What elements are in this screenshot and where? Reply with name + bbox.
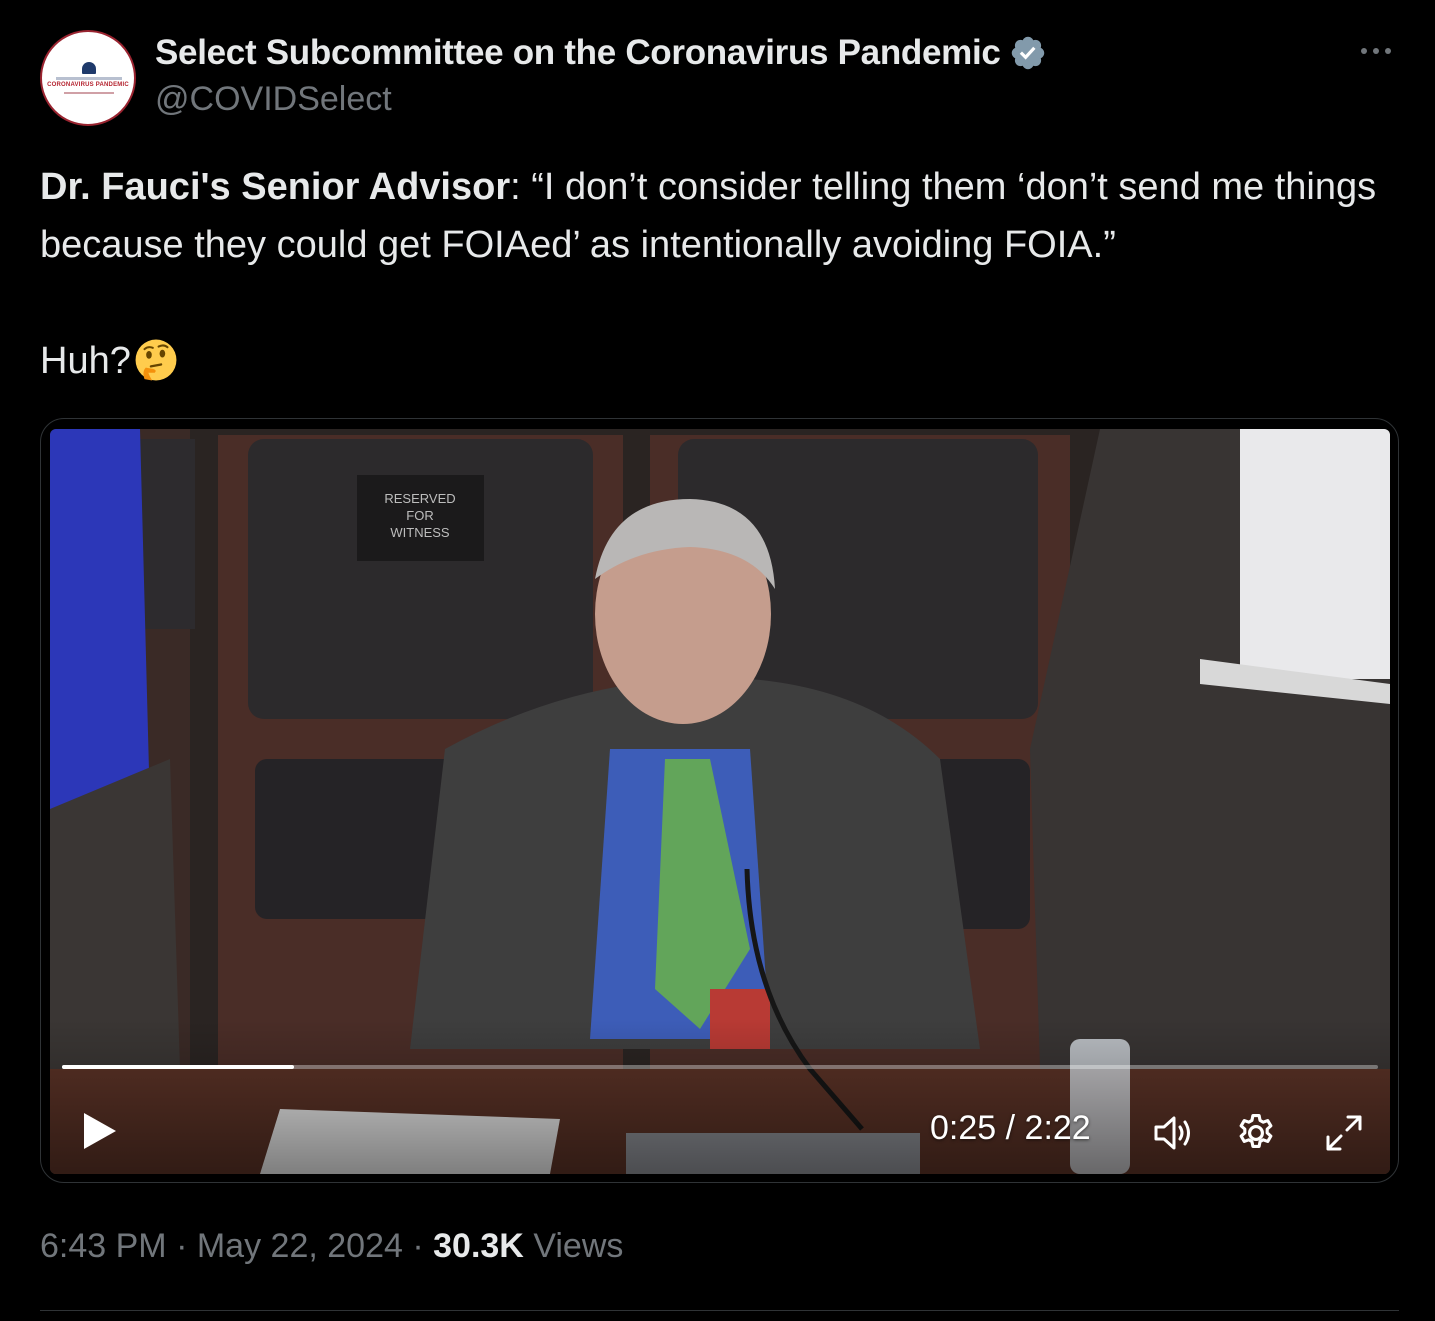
play-button[interactable] [76,1109,120,1153]
verified-badge-icon [1011,36,1044,70]
tweet-meta: 6:43 PM · May 22, 2024 · 30.3K Views [40,1227,623,1266]
video-progress-track[interactable] [62,1065,1378,1069]
divider [40,1310,1399,1311]
avatar-decoration [56,77,122,80]
svg-text:FOR: FOR [406,508,433,523]
video-card[interactable]: RESERVED FOR WITNESS 0:25 / 2:22 [40,418,1399,1183]
settings-button[interactable] [1234,1111,1278,1155]
video-current-time: 0:25 [930,1109,997,1147]
avatar-decoration [64,92,114,94]
video-time-separator: / [1005,1109,1016,1147]
volume-icon [1154,1116,1190,1150]
capitol-dome-icon [82,62,96,74]
avatar[interactable]: CORONAVIRUS PANDEMIC [40,30,136,126]
author-handle[interactable]: @COVIDSelect [155,80,392,119]
tweet-date[interactable]: May 22, 2024 [197,1227,403,1265]
svg-text:RESERVED: RESERVED [384,491,455,506]
author-name-row[interactable]: Select Subcommittee on the Coronavirus P… [155,30,1047,76]
more-options-button[interactable] [1356,33,1396,69]
tweet-time[interactable]: 6:43 PM [40,1227,167,1265]
fullscreen-button[interactable] [1322,1111,1366,1155]
video-time-display: 0:25 / 2:22 [930,1109,1091,1148]
video-player[interactable]: RESERVED FOR WITNESS 0:25 / 2:22 [50,429,1390,1174]
fullscreen-icon [1326,1115,1362,1151]
meta-separator: · [412,1227,424,1265]
video-duration: 2:22 [1024,1109,1091,1147]
avatar-logo-text: CORONAVIRUS PANDEMIC [47,82,129,88]
views-label: Views [533,1227,624,1265]
views-count[interactable]: 30.3K [433,1227,524,1265]
tweet-text: Dr. Fauci's Senior Advisor: “I don’t con… [40,158,1410,390]
video-progress-fill [62,1065,294,1069]
more-dots-icon [1361,48,1391,54]
tweet-text-bold-lead: Dr. Fauci's Senior Advisor [40,166,511,208]
display-name[interactable]: Select Subcommittee on the Coronavirus P… [155,33,1001,73]
volume-button[interactable] [1150,1111,1194,1155]
tweet-text-reaction: Huh? [40,340,131,382]
meta-separator: · [176,1227,188,1265]
tweet: CORONAVIRUS PANDEMIC Select Subcommittee… [0,0,1435,1321]
settings-icon [1239,1114,1273,1148]
svg-text:WITNESS: WITNESS [390,525,450,540]
thinking-face-icon [135,339,177,381]
video-frame: RESERVED FOR WITNESS [50,429,1390,1174]
play-icon [84,1113,116,1149]
